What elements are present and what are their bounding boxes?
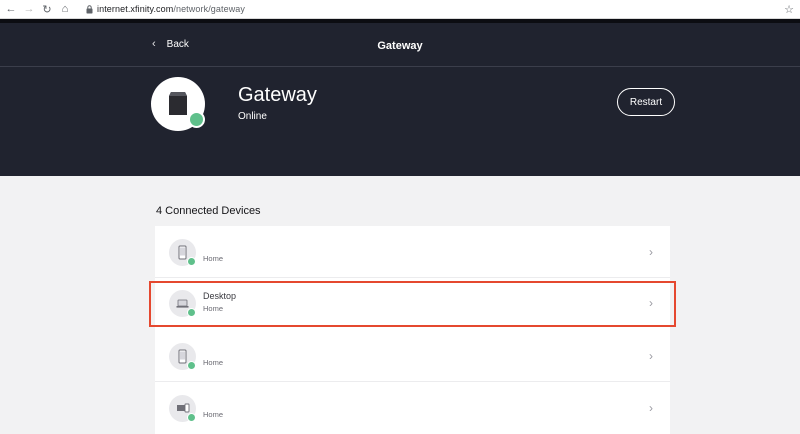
url-path: /network/gateway: [173, 4, 246, 14]
browser-nav: ← → ↻ ⌂: [2, 0, 74, 18]
connected-devices-title: 4 Connected Devices: [156, 205, 261, 217]
chevron-right-icon: ›: [649, 349, 653, 363]
online-dot: [187, 308, 196, 317]
page-title: Gateway: [377, 40, 423, 52]
arrow-right-icon[interactable]: →: [20, 0, 38, 18]
chevron-right-icon: ›: [649, 401, 653, 415]
device-list: Home › Desktop Home › Home › Home ›: [149, 226, 676, 434]
device-row[interactable]: Home ›: [155, 330, 670, 382]
arrow-left-icon[interactable]: ←: [2, 0, 20, 18]
gateway-status-dot: [188, 111, 205, 128]
gateway-status: Online: [238, 111, 267, 122]
gateway-header: ‹ Back Gateway: [0, 19, 800, 176]
top-strip: [0, 19, 800, 23]
star-icon[interactable]: ☆: [784, 0, 794, 19]
device-row[interactable]: Home ›: [155, 226, 670, 278]
device-group: Home: [203, 358, 224, 367]
url-host: internet.xfinity.com: [97, 4, 174, 14]
device-row[interactable]: Home ›: [155, 382, 670, 434]
device-group: Home: [203, 304, 224, 313]
reload-icon[interactable]: ↻: [38, 0, 56, 18]
home-icon[interactable]: ⌂: [56, 0, 74, 18]
chevron-right-icon: ›: [649, 296, 653, 310]
device-group: Home: [203, 254, 224, 263]
device-group: Home: [203, 410, 224, 419]
online-dot: [187, 361, 196, 370]
browser-toolbar: ← → ↻ ⌂ internet.xfinity.com/network/gat…: [0, 0, 800, 19]
device-row-desktop[interactable]: Desktop Home ›: [149, 281, 676, 327]
address-bar[interactable]: internet.xfinity.com/network/gateway: [97, 4, 245, 14]
gateway-name: Gateway: [238, 84, 317, 106]
chevron-right-icon: ›: [649, 245, 653, 259]
online-dot: [187, 413, 196, 422]
router-icon: [169, 92, 187, 115]
lock-icon[interactable]: [82, 0, 96, 18]
device-name: Desktop: [203, 291, 237, 301]
online-dot: [187, 257, 196, 266]
header-divider: [0, 66, 800, 67]
restart-button[interactable]: Restart: [617, 88, 675, 116]
